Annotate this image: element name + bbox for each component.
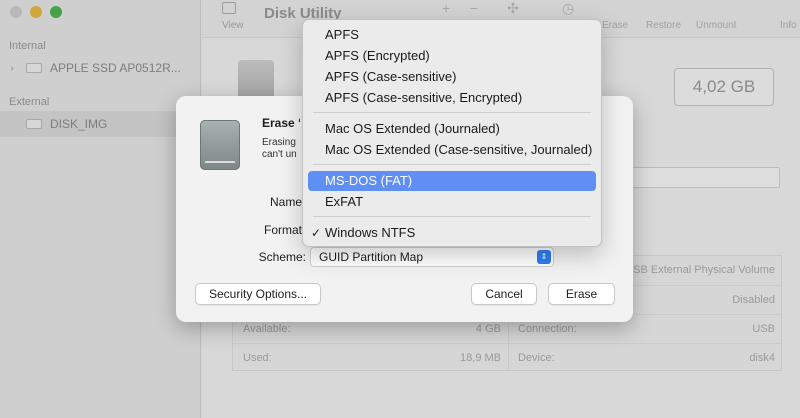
- menu-separator: [313, 112, 591, 113]
- menu-item-apfs[interactable]: APFS: [308, 25, 596, 45]
- info-owners-value: Disabled: [732, 294, 775, 306]
- first-aid-icon[interactable]: ✣: [507, 0, 519, 17]
- menu-item-mac-os-extended-journaled[interactable]: Mac OS Extended (Journaled): [308, 119, 596, 139]
- scheme-select-value: GUID Partition Map: [319, 250, 424, 264]
- menu-item-exfat[interactable]: ExFAT: [308, 192, 596, 212]
- sidebar: Internal › APPLE SSD AP0512R... External…: [0, 0, 201, 418]
- info-toolbar-button[interactable]: Info: [780, 20, 797, 31]
- scheme-select[interactable]: GUID Partition Map ⇕: [310, 247, 554, 267]
- drive-icon: [26, 63, 42, 73]
- sidebar-toggle-icon[interactable]: [222, 2, 236, 14]
- sidebar-item-label: DISK_IMG: [50, 117, 108, 131]
- drive-icon: [26, 119, 42, 129]
- device-value: disk4: [749, 352, 775, 364]
- maximize-window-button[interactable]: [50, 6, 62, 18]
- menu-item-ms-dos-fat[interactable]: MS-DOS (FAT): [308, 171, 596, 191]
- chevron-right-icon[interactable]: ›: [4, 63, 20, 74]
- unmount-toolbar-button[interactable]: Unmount: [696, 20, 737, 31]
- menu-item-label: Windows NTFS: [325, 225, 416, 240]
- info-type-value: USB External Physical Volume: [625, 264, 775, 276]
- available-label: Available:: [243, 323, 291, 335]
- security-options-button[interactable]: Security Options...: [195, 283, 321, 305]
- menu-item-apfs-case-sensitive-encrypted[interactable]: APFS (Case-sensitive, Encrypted): [308, 88, 596, 108]
- cancel-button[interactable]: Cancel: [471, 283, 537, 305]
- used-label: Used:: [243, 352, 272, 364]
- scheme-label: Scheme:: [258, 250, 306, 264]
- menu-item-apfs-case-sensitive[interactable]: APFS (Case-sensitive): [308, 67, 596, 87]
- format-label: Format: [263, 223, 302, 237]
- minimize-window-button[interactable]: [30, 6, 42, 18]
- sheet-description: Erasing can't un: [262, 137, 297, 160]
- close-window-button[interactable]: [10, 6, 22, 18]
- checkmark-icon: ✓: [311, 226, 322, 240]
- available-value: 4 GB: [475, 323, 501, 335]
- restore-toolbar-button[interactable]: Restore: [646, 20, 681, 31]
- partition-icon[interactable]: ◷: [562, 0, 574, 17]
- menu-item-mac-os-extended-case-sensitive-journaled[interactable]: Mac OS Extended (Case-sensitive, Journal…: [308, 140, 596, 160]
- erase-toolbar-button[interactable]: Erase: [602, 20, 628, 31]
- menu-separator: [313, 216, 591, 217]
- menu-item-windows-ntfs[interactable]: ✓ Windows NTFS: [308, 223, 596, 243]
- format-dropdown-menu: APFS APFS (Encrypted) APFS (Case-sensiti…: [302, 19, 602, 247]
- device-label: Device:: [518, 352, 555, 364]
- view-button-label: View: [222, 20, 244, 31]
- capacity-display: 4,02 GB: [674, 68, 774, 106]
- sidebar-section-internal: Internal: [9, 40, 46, 52]
- sheet-title: Erase “: [262, 116, 300, 130]
- used-value: 18,9 MB: [460, 352, 501, 364]
- add-volume-button[interactable]: +: [442, 0, 450, 16]
- sidebar-item-disk-img[interactable]: DISK_IMG: [0, 111, 201, 137]
- erase-button[interactable]: Erase: [548, 283, 615, 305]
- connection-label: Connection:: [518, 323, 577, 335]
- connection-value: USB: [752, 323, 775, 335]
- sidebar-item-internal-disk[interactable]: › APPLE SSD AP0512R...: [0, 55, 201, 81]
- external-drive-icon: [200, 120, 240, 170]
- up-down-chevron-icon[interactable]: ⇕: [537, 250, 551, 264]
- name-label: Name: [269, 195, 302, 209]
- remove-volume-button[interactable]: −: [470, 0, 478, 16]
- sidebar-section-external: External: [9, 96, 50, 108]
- menu-separator: [313, 164, 591, 165]
- info-row: Used: 18,9 MB Device: disk4: [233, 343, 781, 372]
- menu-item-apfs-encrypted[interactable]: APFS (Encrypted): [308, 46, 596, 66]
- sidebar-item-label: APPLE SSD AP0512R...: [50, 61, 181, 75]
